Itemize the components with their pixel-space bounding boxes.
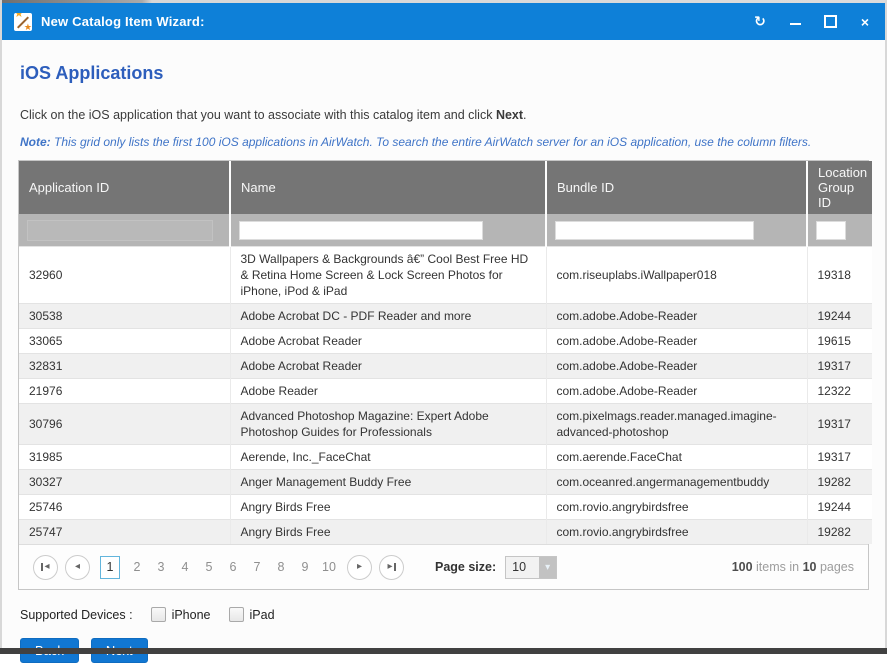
iphone-checkbox[interactable] xyxy=(151,607,166,622)
page-number-4[interactable]: 4 xyxy=(176,560,194,574)
application-id-filter xyxy=(27,220,213,241)
page-number-8[interactable]: 8 xyxy=(272,560,290,574)
applications-grid: Application ID Name Bundle ID Location G… xyxy=(18,160,869,590)
page-title: iOS Applications xyxy=(20,63,869,84)
ipad-checkbox-label[interactable]: iPad xyxy=(250,608,275,622)
table-row[interactable]: 329603D Wallpapers & Backgrounds â€” Coo… xyxy=(19,247,872,304)
table-row[interactable]: 30796Advanced Photoshop Magazine: Expert… xyxy=(19,404,872,445)
page-number-2[interactable]: 2 xyxy=(128,560,146,574)
table-row[interactable]: 25746Angry Birds Freecom.rovio.angrybird… xyxy=(19,495,872,520)
wizard-window: ★ ★ New Catalog Item Wizard: ↻ × iOS App… xyxy=(0,0,887,650)
maximize-icon[interactable] xyxy=(822,14,838,30)
page-number-6[interactable]: 6 xyxy=(224,560,242,574)
last-page-icon[interactable]: ▸ xyxy=(379,555,404,580)
page-number-5[interactable]: 5 xyxy=(200,560,218,574)
minimize-icon[interactable] xyxy=(787,14,803,30)
titlebar[interactable]: ★ ★ New Catalog Item Wizard: ↻ × xyxy=(2,3,885,40)
page-number-1[interactable]: 1 xyxy=(100,556,120,579)
window-bottom-edge xyxy=(0,648,887,654)
note-text: Note: This grid only lists the first 100… xyxy=(20,135,869,149)
table-row[interactable]: 21976Adobe Readercom.adobe.Adobe-Reader1… xyxy=(19,379,872,404)
close-icon[interactable]: × xyxy=(857,14,873,30)
dropdown-arrow-icon[interactable]: ▾ xyxy=(539,557,556,578)
refresh-icon[interactable]: ↻ xyxy=(752,14,768,30)
location-group-id-filter-input[interactable] xyxy=(816,221,846,240)
instruction-text: Click on the iOS application that you wa… xyxy=(20,108,869,122)
table-row[interactable]: 25747Angry Birds Freecom.rovio.angrybird… xyxy=(19,520,872,545)
page-size-label: Page size: xyxy=(435,560,496,574)
table-row[interactable]: 30327Anger Management Buddy Freecom.ocea… xyxy=(19,470,872,495)
window-title: New Catalog Item Wizard: xyxy=(41,14,205,29)
column-header-name[interactable]: Name xyxy=(230,161,546,214)
prev-page-icon[interactable]: ◂ xyxy=(65,555,90,580)
name-filter-input[interactable] xyxy=(239,221,483,240)
table-row[interactable]: 33065Adobe Acrobat Readercom.adobe.Adobe… xyxy=(19,329,872,354)
bundle-id-filter-input[interactable] xyxy=(555,221,754,240)
items-summary: 100 items in 10 pages xyxy=(732,560,854,574)
column-header-application-id[interactable]: Application ID xyxy=(19,161,230,214)
window-controls: ↻ × xyxy=(752,14,873,30)
page-number-7[interactable]: 7 xyxy=(248,560,266,574)
wizard-app-icon: ★ ★ xyxy=(14,13,32,31)
grid-header-row: Application ID Name Bundle ID Location G… xyxy=(19,161,872,214)
wizard-content: iOS Applications Click on the iOS applic… xyxy=(2,63,885,590)
first-page-icon[interactable]: ◂ xyxy=(33,555,58,580)
table-row[interactable]: 31985Aerende, Inc._FaceChatcom.aerende.F… xyxy=(19,445,872,470)
page-number-10[interactable]: 10 xyxy=(320,560,338,574)
supported-devices-row: Supported Devices : iPhone iPad xyxy=(20,607,869,622)
page-number-3[interactable]: 3 xyxy=(152,560,170,574)
wizard-footer: Supported Devices : iPhone iPad Back Nex… xyxy=(2,607,885,663)
page-size-value: 10 xyxy=(506,557,539,578)
grid-filter-row xyxy=(19,214,872,247)
pager-bar: ◂ ◂ 1 2 3 4 5 6 7 8 9 10 ▸ ▸ Page size: … xyxy=(19,544,868,589)
supported-devices-label: Supported Devices : xyxy=(20,608,133,622)
ipad-checkbox[interactable] xyxy=(229,607,244,622)
table-row[interactable]: 32831Adobe Acrobat Readercom.adobe.Adobe… xyxy=(19,354,872,379)
page-number-9[interactable]: 9 xyxy=(296,560,314,574)
page-size-dropdown[interactable]: 10 ▾ xyxy=(505,556,557,579)
column-header-location-group-id[interactable]: Location Group ID xyxy=(807,161,872,214)
next-page-icon[interactable]: ▸ xyxy=(347,555,372,580)
column-header-bundle-id[interactable]: Bundle ID xyxy=(546,161,807,214)
iphone-checkbox-label[interactable]: iPhone xyxy=(172,608,211,622)
table-row[interactable]: 30538Adobe Acrobat DC - PDF Reader and m… xyxy=(19,304,872,329)
